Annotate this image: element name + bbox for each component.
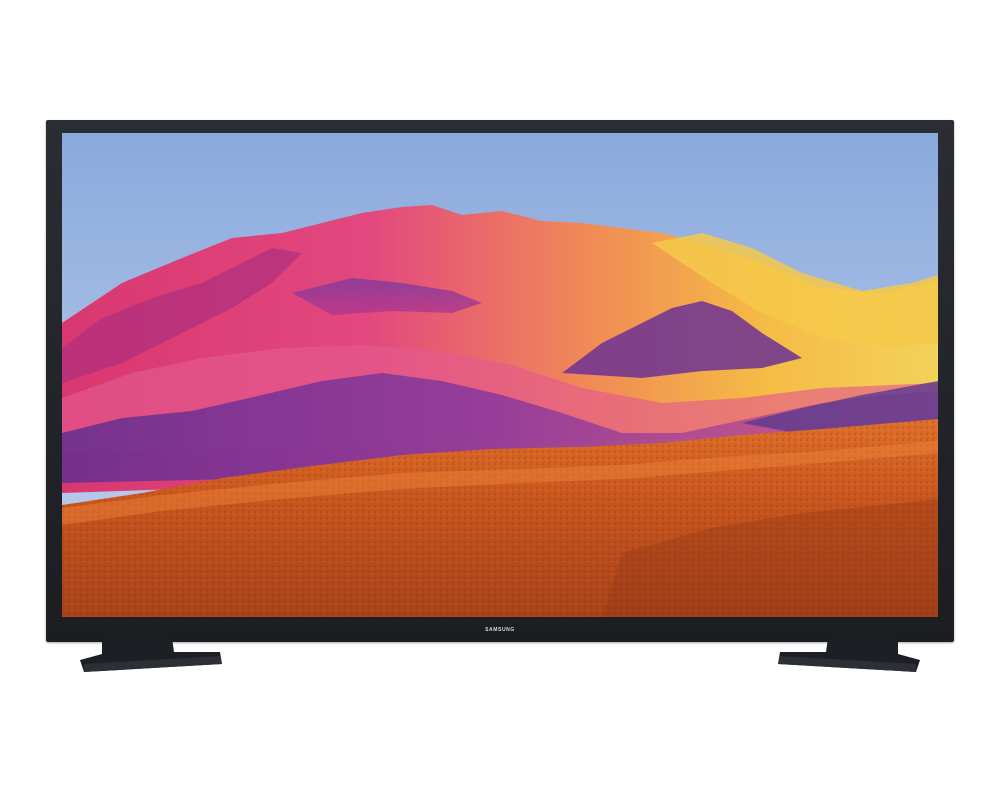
screen-landscape-image: [62, 133, 938, 617]
brand-logo: SAMSUNG: [485, 626, 515, 633]
tv-screen: [62, 133, 938, 617]
product-image-stage: SAMSUNG: [0, 0, 1000, 800]
tv-foot-left-icon: [80, 638, 222, 676]
tv-foot-right-icon: [778, 638, 920, 676]
tv-body: SAMSUNG: [46, 120, 954, 642]
